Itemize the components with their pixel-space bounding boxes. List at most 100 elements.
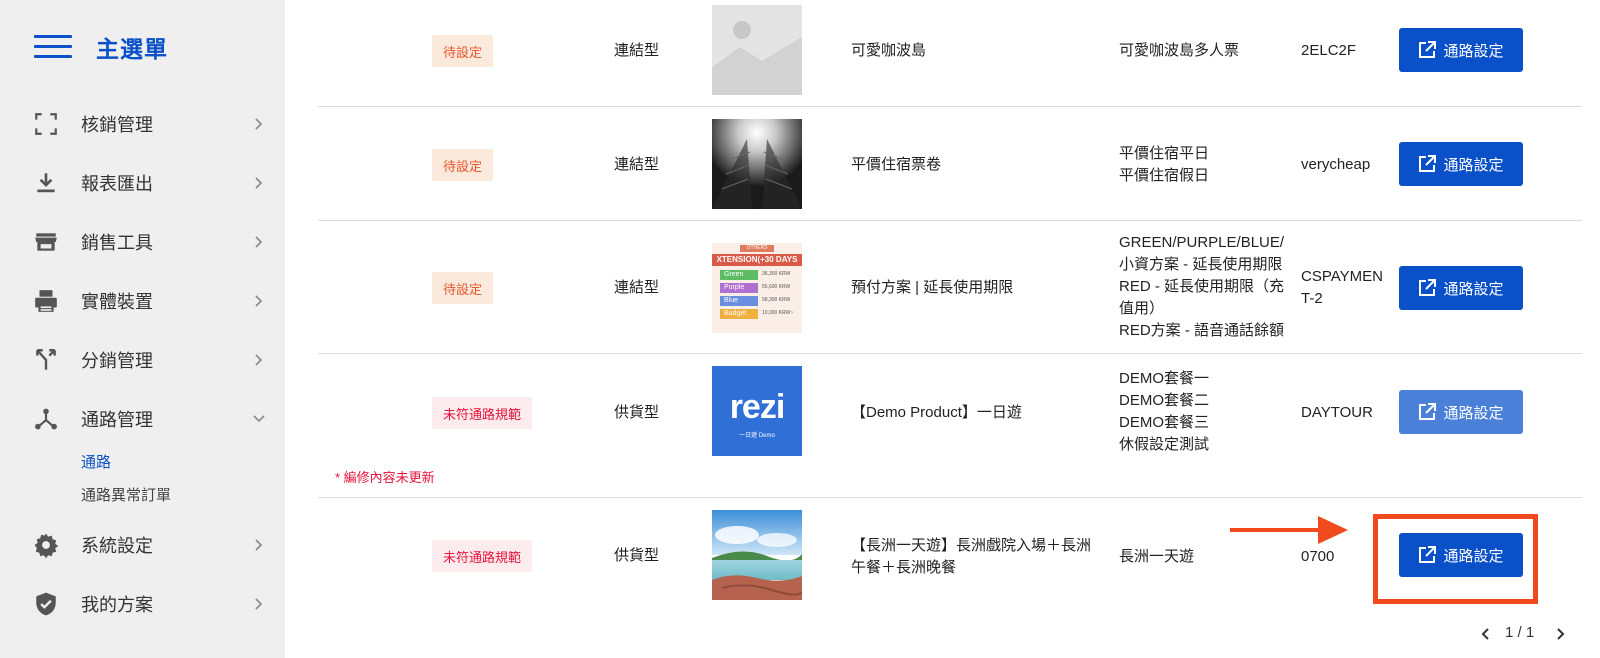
store-icon — [35, 233, 57, 251]
product-name: 午餐＋長洲晚餐 — [851, 559, 957, 576]
external-link-icon — [1419, 403, 1437, 420]
sidebar-item-label: 通路管理 — [81, 410, 153, 430]
pagination-prev-icon[interactable] — [1479, 626, 1493, 642]
chevron-right-icon — [255, 177, 263, 189]
rezio-subtitle: 一日遊 Demo — [739, 433, 775, 439]
button-label: 通路設定 — [1443, 156, 1504, 174]
chevron-down-icon — [253, 415, 265, 423]
building-photo-icon — [712, 119, 802, 209]
download-icon — [37, 173, 55, 193]
image-title: XTENSION(+30 DAYS — [712, 254, 802, 266]
sidebar-item-label: 分銷管理 — [81, 351, 153, 371]
product-code: verycheap — [1301, 156, 1371, 173]
product-image — [712, 119, 802, 209]
sidebar-item-distribution[interactable]: 分銷管理 — [0, 340, 285, 380]
sidebar-item-label: 報表匯出 — [81, 174, 153, 194]
product-code: CSPAYMEN — [1301, 268, 1383, 285]
status-badge: 待設定 — [432, 272, 494, 304]
menu-header: 主選單 — [34, 30, 168, 64]
external-link-icon — [1419, 279, 1437, 296]
package-line: 小資方案 - 延長使用期限 — [1119, 256, 1283, 273]
hamburger-menu-icon[interactable] — [34, 34, 72, 60]
package-line: 休假設定測試 — [1119, 436, 1210, 453]
tier-price: 55,600 KRW — [762, 284, 791, 290]
scan-frame-icon — [35, 113, 57, 135]
placeholder-image-icon — [712, 21, 802, 95]
status-badge: 未符通路規範 — [432, 397, 533, 429]
package-line: GREEN/PURPLE/BLUE/ — [1119, 234, 1285, 251]
product-name: 平價住宿票卷 — [851, 156, 942, 173]
tier-price: 36,300 KRW — [762, 271, 791, 277]
annotation-arrow-icon — [1230, 516, 1348, 544]
sidebar-item-label: 銷售工具 — [81, 233, 153, 253]
status-badge: 未符通路規範 — [432, 540, 533, 572]
image-header: OTHERS — [740, 245, 774, 252]
row-divider — [318, 106, 1582, 107]
chevron-right-icon — [255, 295, 263, 307]
sidebar-item-label: 核銷管理 — [81, 115, 153, 135]
package-line: DEMO套餐三 — [1119, 414, 1210, 431]
tier-label: Purple — [720, 283, 758, 293]
product-name: 【長洲一天遊】長洲戲院入場＋長洲 — [851, 537, 1092, 554]
package-line: 平價住宿假日 — [1119, 167, 1210, 184]
product-name: 可愛咖波島 — [851, 42, 927, 59]
package-line: RED - 延長使用期限（充 — [1119, 278, 1285, 295]
product-image: rezi 一日遊 Demo — [712, 366, 802, 456]
pagination-next-icon[interactable] — [1553, 626, 1567, 642]
external-link-icon — [1419, 41, 1437, 58]
package-line: RED方案 - 語音通話餘額 — [1119, 322, 1285, 339]
rezio-logo: rezi — [729, 388, 786, 426]
printer-icon — [35, 290, 57, 312]
product-image: OTHERS XTENSION(+30 DAYS Green 36,300 KR… — [712, 243, 802, 333]
channel-settings-button[interactable]: 通路設定 — [1399, 390, 1523, 434]
tier-label: Blue — [720, 296, 758, 306]
sidebar-item-channel-management[interactable]: 通路管理 — [0, 399, 285, 439]
tier-label: Green — [720, 270, 758, 280]
sidebar-item-report-export[interactable]: 報表匯出 — [0, 163, 285, 203]
sidebar-item-label: 我的方案 — [81, 595, 153, 615]
type-cell: 供貨型 — [614, 404, 660, 421]
tier-price: 58,300 KRW — [762, 297, 791, 303]
product-code: DAYTOUR — [1301, 404, 1373, 421]
beach-photo-icon — [712, 510, 802, 600]
product-image — [712, 510, 802, 600]
type-cell: 連結型 — [614, 156, 660, 173]
sidebar: 主選單 核銷管理 報表匯出 銷售工具 實體裝置 分銷管理 通路管理 通路 通路異… — [0, 0, 285, 658]
sidebar-item-label: 實體裝置 — [81, 292, 153, 312]
package-line: 平價住宿平日 — [1119, 145, 1210, 162]
chevron-right-icon — [255, 354, 263, 366]
product-code: 2ELC2F — [1301, 42, 1357, 59]
external-link-icon — [1419, 546, 1437, 563]
network-icon — [35, 408, 57, 430]
sidebar-item-verification[interactable]: 核銷管理 — [0, 104, 285, 144]
sidebar-subitem-abnormal-orders[interactable]: 通路異常訂單 — [81, 484, 171, 505]
product-name: 預付方案 | 延長使用期限 — [851, 279, 1014, 296]
sidebar-item-sales-tools[interactable]: 銷售工具 — [0, 222, 285, 262]
fork-icon — [36, 349, 56, 370]
package-line: 可愛咖波島多人票 — [1119, 42, 1240, 59]
sidebar-item-devices[interactable]: 實體裝置 — [0, 281, 285, 321]
tier-price: 10,000 KRW~ — [762, 310, 794, 316]
status-badge: 待設定 — [432, 149, 494, 181]
channel-settings-button[interactable]: 通路設定 — [1399, 533, 1523, 577]
status-badge: 待設定 — [432, 35, 494, 67]
channel-settings-button[interactable]: 通路設定 — [1399, 266, 1523, 310]
sidebar-item-label: 系統設定 — [81, 536, 153, 556]
channel-settings-button[interactable]: 通路設定 — [1399, 28, 1523, 72]
edit-not-updated-note: * 編修內容未更新 — [335, 470, 435, 485]
shield-check-icon — [36, 592, 56, 616]
sidebar-item-my-plan[interactable]: 我的方案 — [0, 584, 285, 624]
sidebar-item-system-settings[interactable]: 系統設定 — [0, 525, 285, 565]
product-name: 【Demo Product】一日遊 — [851, 404, 1022, 421]
channel-settings-button[interactable]: 通路設定 — [1399, 142, 1523, 186]
sidebar-subitem-channel[interactable]: 通路 — [81, 451, 111, 472]
tier-label: Budget — [720, 309, 758, 319]
type-cell: 連結型 — [614, 42, 660, 59]
button-label: 通路設定 — [1443, 280, 1504, 298]
row-divider — [318, 353, 1582, 354]
type-cell: 供貨型 — [614, 547, 660, 564]
external-link-icon — [1419, 155, 1437, 172]
button-label: 通路設定 — [1443, 42, 1504, 60]
product-code: 0700 — [1301, 548, 1335, 565]
package-line: DEMO套餐二 — [1119, 392, 1210, 409]
